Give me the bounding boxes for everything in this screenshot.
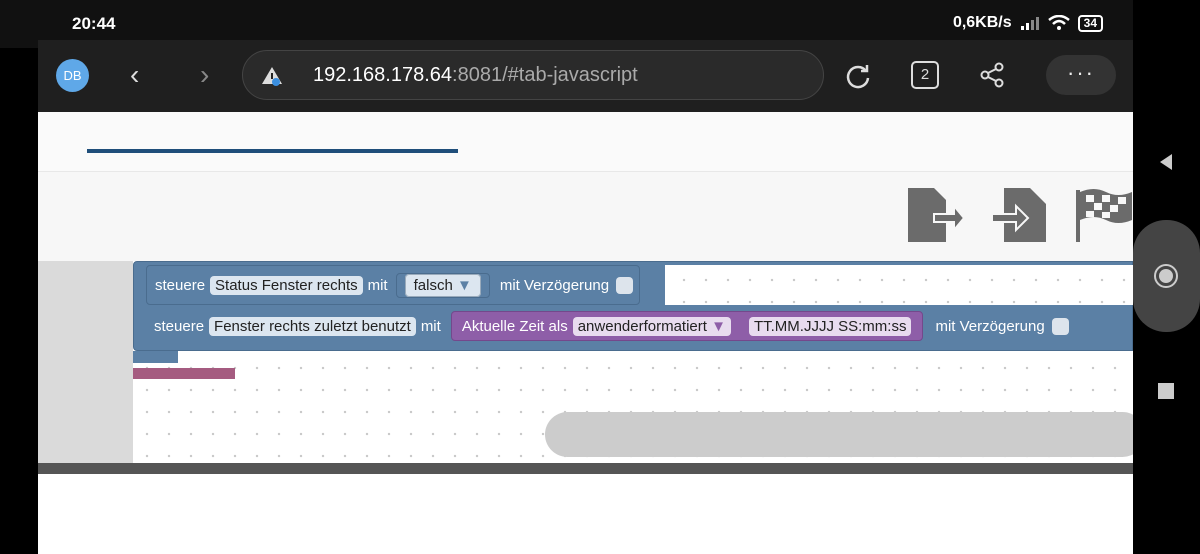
control-block-1[interactable]: steuere Status Fenster rechts mit falsch… <box>146 265 641 305</box>
boolean-value: falsch <box>413 276 453 294</box>
value-socket: falsch ▼ <box>395 272 490 298</box>
delay-label: mit Verzögerung <box>935 317 1045 335</box>
delay-checkbox[interactable] <box>616 276 634 294</box>
control-label: steuere <box>155 276 206 294</box>
workspace-gap <box>665 265 1133 305</box>
battery-indicator: 34 <box>1077 14 1103 32</box>
format-dropdown[interactable]: anwenderformatiert ▼ <box>572 316 731 336</box>
back-icon[interactable]: ‹ <box>130 58 139 92</box>
clock: 20:44 <box>72 14 116 33</box>
network-speed: 0,6KB/s <box>952 14 1012 31</box>
recents-icon[interactable] <box>1158 383 1174 399</box>
delay-checkbox[interactable] <box>1051 317 1069 335</box>
reload-icon[interactable] <box>844 62 872 90</box>
boolean-dropdown[interactable]: falsch ▼ <box>404 273 481 297</box>
format-value: anwenderformatiert <box>577 317 707 335</box>
system-navigation <box>1133 0 1200 554</box>
tab-counter[interactable]: 2 <box>911 61 939 89</box>
pattern-field[interactable]: TT.MM.JJJJ SS:mm:ss <box>748 316 912 336</box>
signal-icon <box>1020 17 1039 30</box>
url-path: :8081/#tab-javascript <box>452 64 638 86</box>
wifi-icon <box>1047 15 1070 30</box>
with-label: mit <box>367 276 388 294</box>
state-field[interactable]: Fenster rechts zuletzt benutzt <box>209 316 416 336</box>
time-block[interactable]: Aktuelle Zeit als anwenderformatiert ▼ T… <box>450 311 924 341</box>
home-icon <box>1154 264 1178 288</box>
home-button[interactable] <box>1133 220 1200 332</box>
status-indicators: 0,6KB/s 34 <box>953 14 1103 32</box>
time-label: Aktuelle Zeit als <box>461 317 568 335</box>
forward-icon[interactable]: › <box>200 58 209 92</box>
state-field[interactable]: Status Fenster rechts <box>210 275 363 295</box>
browser-toolbar: DB ‹ › 192.168.178.64:8081/#tab-javascri… <box>38 40 1133 112</box>
address-bar[interactable]: 192.168.178.64:8081/#tab-javascript <box>242 50 824 100</box>
toolbox-flyout[interactable] <box>38 261 133 463</box>
back-icon[interactable] <box>1156 152 1176 172</box>
url-text: 192.168.178.64:8081/#tab-javascript <box>313 64 638 87</box>
delay-label: mit Verzögerung <box>499 276 610 294</box>
profile-avatar[interactable]: DB <box>56 59 89 92</box>
horizontal-scrollbar[interactable] <box>545 412 1145 457</box>
export-icon[interactable] <box>906 186 966 244</box>
control-label: steuere <box>154 317 205 335</box>
active-tab-indicator <box>87 149 458 153</box>
divider <box>38 463 1133 474</box>
chevron-down-icon: ▼ <box>711 317 726 335</box>
more-menu-button[interactable]: ··· <box>1046 55 1116 95</box>
with-label: mit <box>420 317 441 335</box>
warning-icon <box>262 67 282 86</box>
tab-strip <box>38 112 1133 172</box>
block-notch <box>133 351 178 363</box>
control-block-2[interactable]: steuere Fenster rechts zuletzt benutzt m… <box>146 306 1133 346</box>
script-toolbar <box>38 172 1133 261</box>
web-page: steuere Status Fenster rechts mit falsch… <box>38 112 1145 554</box>
import-icon[interactable] <box>990 186 1050 244</box>
function-block-stub[interactable] <box>133 368 235 379</box>
chevron-down-icon: ▼ <box>456 276 472 294</box>
flag-icon[interactable] <box>1074 186 1133 244</box>
share-icon[interactable] <box>978 61 1006 89</box>
url-host: 192.168.178.64 <box>313 64 453 86</box>
